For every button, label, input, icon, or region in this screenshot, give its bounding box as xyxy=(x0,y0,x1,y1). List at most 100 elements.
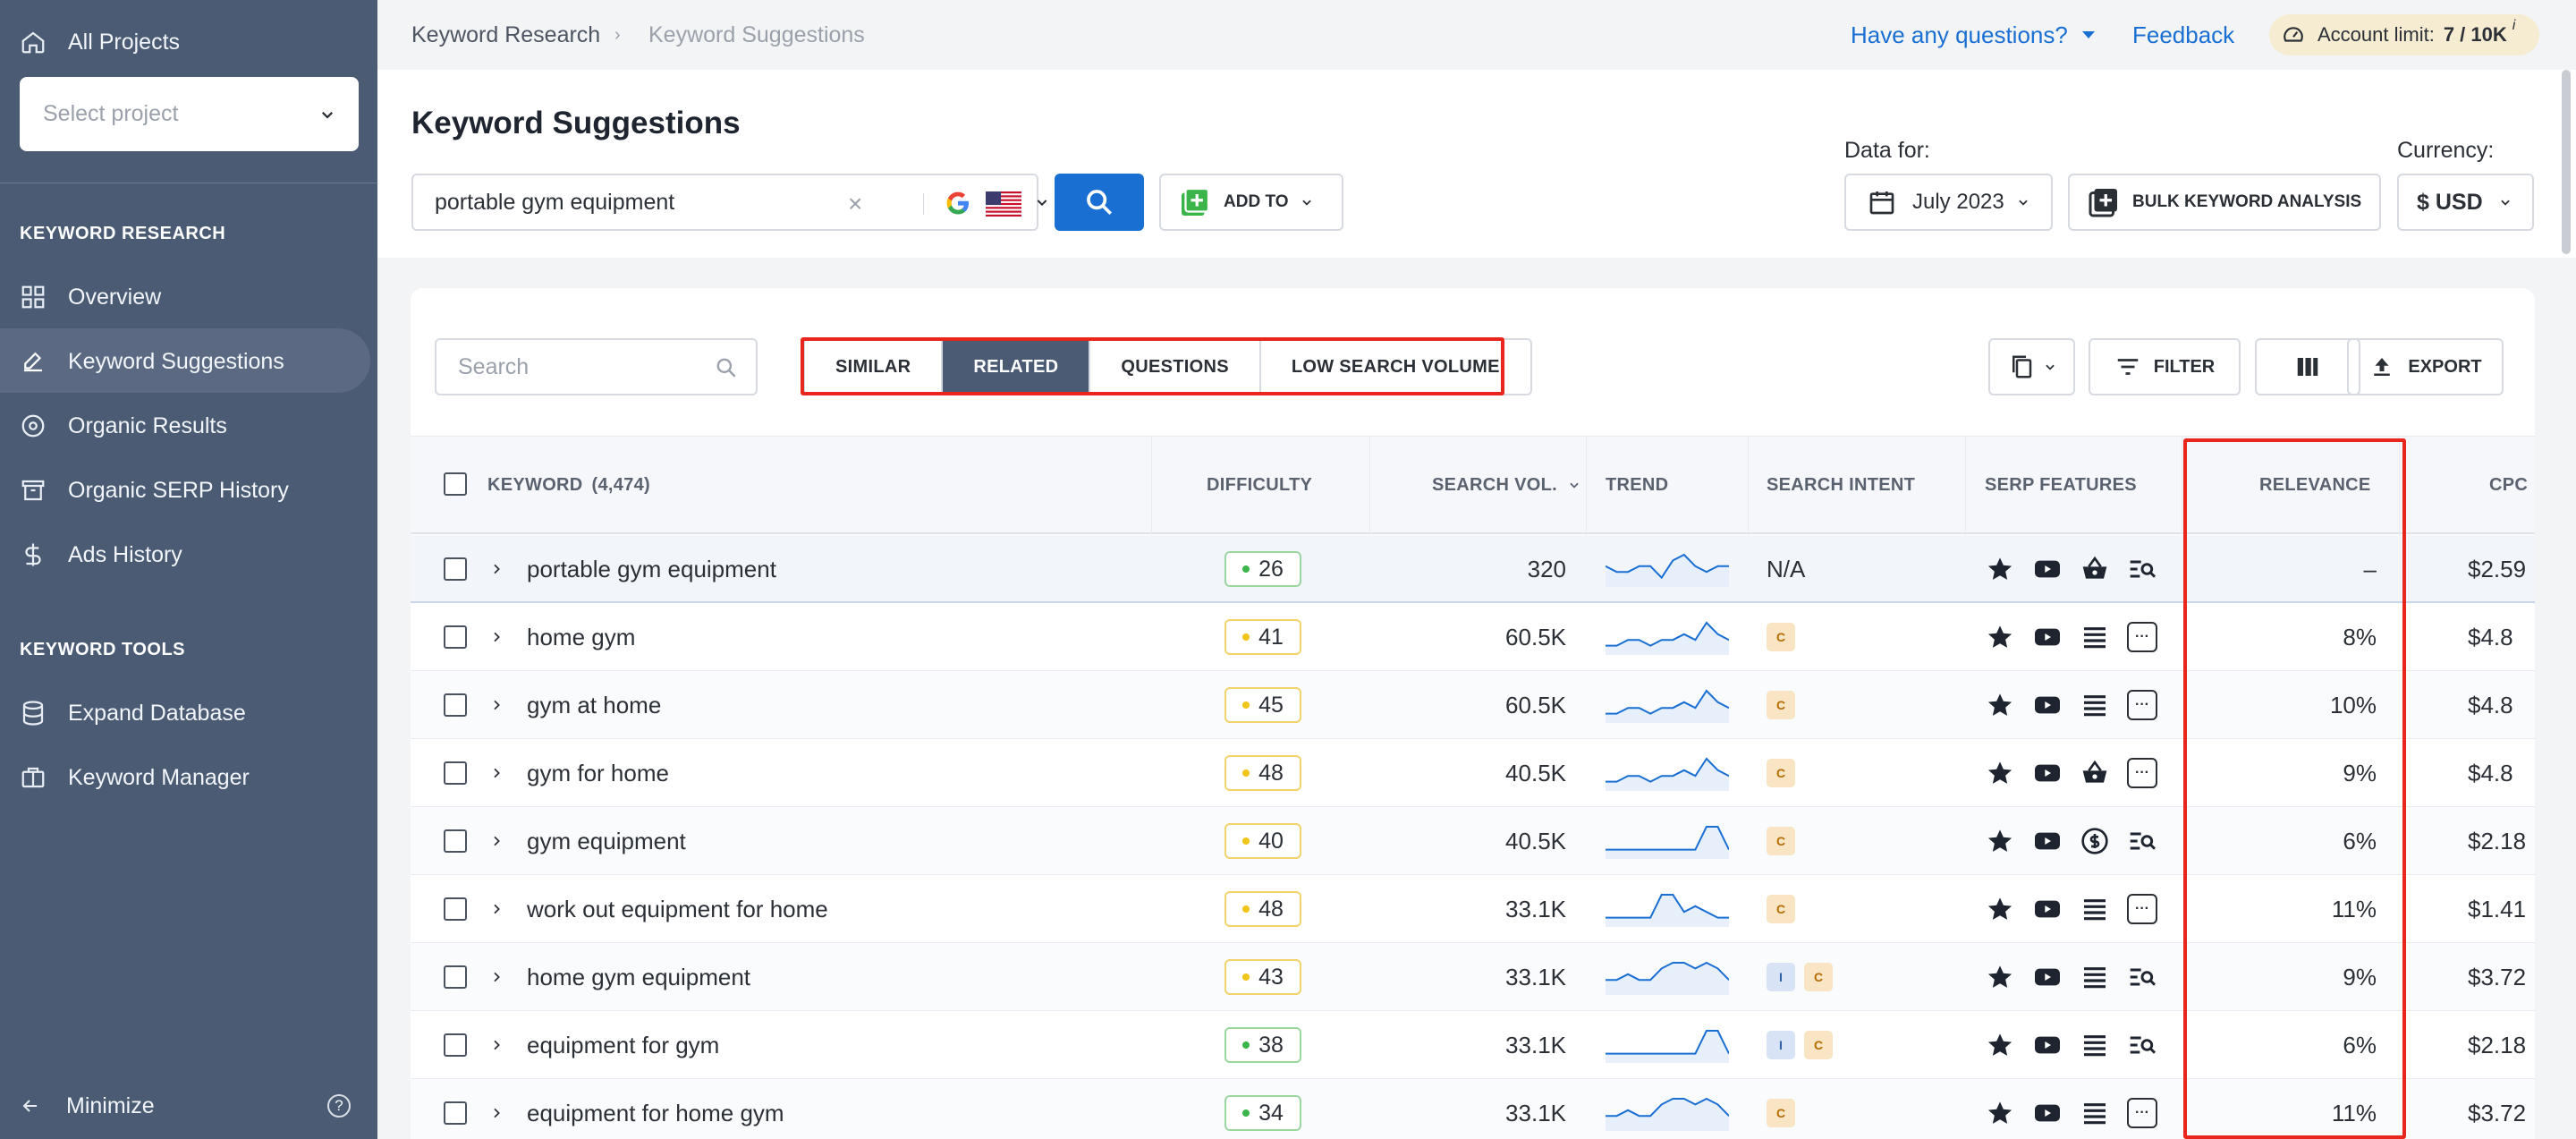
select-project-dropdown[interactable]: Select project xyxy=(20,77,359,151)
more-icon[interactable]: ··· xyxy=(2127,758,2157,788)
chevron-right-icon[interactable] xyxy=(489,562,504,576)
export-button[interactable]: EXPORT xyxy=(2347,338,2504,395)
search-volume-value: 60.5K xyxy=(1505,692,1566,718)
breadcrumb-keyword-research[interactable]: Keyword Research xyxy=(411,22,600,48)
row-checkbox[interactable] xyxy=(444,897,467,921)
difficulty-dot xyxy=(1242,701,1250,709)
chevron-down-icon xyxy=(2045,364,2055,370)
us-flag-icon[interactable] xyxy=(986,191,1021,217)
chevron-right-icon[interactable] xyxy=(489,834,504,848)
col-cpc[interactable]: CPC xyxy=(2489,437,2528,533)
keyword-text[interactable]: home gym xyxy=(527,624,635,651)
search-button[interactable] xyxy=(1055,174,1144,231)
chevron-right-icon[interactable] xyxy=(489,1038,504,1052)
search-intent-badges: IC xyxy=(1767,963,1842,991)
sidebar-item-ads-history[interactable]: Ads History xyxy=(20,537,182,573)
relevance-highlight-box xyxy=(2183,438,2406,1139)
star-icon xyxy=(1985,1030,2015,1060)
currency-label: Currency: xyxy=(2397,138,2495,163)
chevron-down-icon[interactable] xyxy=(1035,195,1049,209)
keyword-text[interactable]: gym at home xyxy=(527,692,661,719)
keyword-input[interactable]: portable gym equipment × xyxy=(411,174,1047,231)
month-selector[interactable]: July 2023 xyxy=(1844,174,2053,231)
keyword-text[interactable]: home gym equipment xyxy=(527,964,750,991)
have-questions-dropdown[interactable]: Have any questions? xyxy=(1851,21,2095,49)
more-icon[interactable]: ··· xyxy=(2127,894,2157,924)
columns-button[interactable] xyxy=(2255,338,2360,395)
trend-sparkline xyxy=(1606,823,1729,859)
search-placeholder: Search xyxy=(458,353,530,379)
sidebar-item-overview[interactable]: Overview xyxy=(20,279,161,315)
serp-features: ··· xyxy=(1985,622,2157,652)
list-icon xyxy=(2080,690,2110,720)
chevron-down-icon xyxy=(321,111,334,119)
sidebar-item-expand-database[interactable]: Expand Database xyxy=(20,695,246,731)
difficulty-badge: 41 xyxy=(1224,619,1301,655)
currency-selector[interactable]: $ USD xyxy=(2397,174,2534,231)
more-icon[interactable]: ··· xyxy=(2127,690,2157,720)
keyword-text[interactable]: gym equipment xyxy=(527,828,686,855)
more-icon[interactable]: ··· xyxy=(2127,622,2157,652)
all-projects-link[interactable]: All Projects xyxy=(20,24,180,60)
cpc-value: $2.18 xyxy=(2468,1032,2527,1058)
row-checkbox[interactable] xyxy=(444,1101,467,1125)
chevron-right-icon[interactable] xyxy=(489,1106,504,1120)
filter-button[interactable]: FILTER xyxy=(2089,338,2241,395)
cpc-value: $2.59 xyxy=(2468,556,2527,582)
page-scrollbar[interactable] xyxy=(2562,70,2571,254)
keyword-text[interactable]: gym for home xyxy=(527,760,669,787)
chevron-right-icon[interactable] xyxy=(489,902,504,916)
export-label: EXPORT xyxy=(2408,356,2482,377)
star-icon xyxy=(1985,962,2015,992)
sidebar: All Projects Select project KEYWORD RESE… xyxy=(0,0,377,1139)
pencil-icon xyxy=(24,352,42,372)
help-icon[interactable]: ? xyxy=(327,1094,351,1118)
col-difficulty[interactable]: DIFFICULTY xyxy=(1207,437,1312,533)
col-trend[interactable]: TREND xyxy=(1606,437,1668,533)
keyword-text[interactable]: portable gym equipment xyxy=(527,556,776,583)
clear-icon[interactable]: × xyxy=(848,190,862,218)
chevron-right-icon[interactable] xyxy=(489,766,504,780)
row-checkbox[interactable] xyxy=(444,625,467,649)
feedback-link[interactable]: Feedback xyxy=(2132,21,2234,49)
keyword-text[interactable]: equipment for gym xyxy=(527,1032,719,1059)
copy-button[interactable] xyxy=(1988,338,2075,395)
row-checkbox[interactable] xyxy=(444,761,467,785)
chevron-right-icon[interactable] xyxy=(489,630,504,644)
chevron-right-icon[interactable] xyxy=(489,698,504,712)
more-icon[interactable]: ··· xyxy=(2127,1098,2157,1128)
sidebar-item-organic-serp-history[interactable]: Organic SERP History xyxy=(20,472,289,508)
video-icon xyxy=(2032,1098,2063,1128)
row-checkbox[interactable] xyxy=(444,693,467,717)
row-checkbox[interactable] xyxy=(444,557,467,581)
chevron-right-icon[interactable] xyxy=(489,970,504,984)
select-all-checkbox[interactable] xyxy=(444,472,467,496)
search-volume-value: 33.1K xyxy=(1505,1100,1566,1126)
list-icon xyxy=(2080,1030,2110,1060)
table-search-input[interactable]: Search xyxy=(435,338,758,395)
archive-icon xyxy=(21,480,45,501)
breadcrumb-separator: › xyxy=(614,24,621,45)
difficulty-value: 41 xyxy=(1258,624,1284,650)
star-icon xyxy=(1985,554,2015,584)
keyword-text[interactable]: work out equipment for home xyxy=(527,896,828,923)
sidebar-item-keyword-suggestions[interactable]: Keyword Suggestions xyxy=(20,344,284,379)
minimize-button[interactable]: Minimize ? xyxy=(20,1088,351,1124)
col-keyword[interactable]: KEYWORD (4,474) xyxy=(487,437,650,533)
video-icon xyxy=(2032,758,2063,788)
row-checkbox[interactable] xyxy=(444,829,467,853)
col-search-volume[interactable]: SEARCH VOL. xyxy=(1432,437,1580,533)
col-serp-features[interactable]: SERP FEATURES xyxy=(1985,437,2137,533)
google-icon[interactable] xyxy=(944,189,972,217)
star-icon xyxy=(1985,622,2015,652)
row-checkbox[interactable] xyxy=(444,1033,467,1057)
calendar-icon xyxy=(1869,191,1894,215)
sidebar-item-organic-results[interactable]: Organic Results xyxy=(20,408,227,444)
keyword-text[interactable]: equipment for home gym xyxy=(527,1100,784,1127)
add-to-button[interactable]: ADD TO xyxy=(1159,174,1343,231)
sidebar-item-keyword-manager[interactable]: Keyword Manager xyxy=(20,760,250,795)
col-search-intent[interactable]: SEARCH INTENT xyxy=(1767,437,1915,533)
bulk-keyword-analysis-button[interactable]: BULK KEYWORD ANALYSIS xyxy=(2068,174,2381,231)
account-limit-badge[interactable]: Account limit: 7 / 10K i xyxy=(2269,14,2539,55)
row-checkbox[interactable] xyxy=(444,965,467,989)
